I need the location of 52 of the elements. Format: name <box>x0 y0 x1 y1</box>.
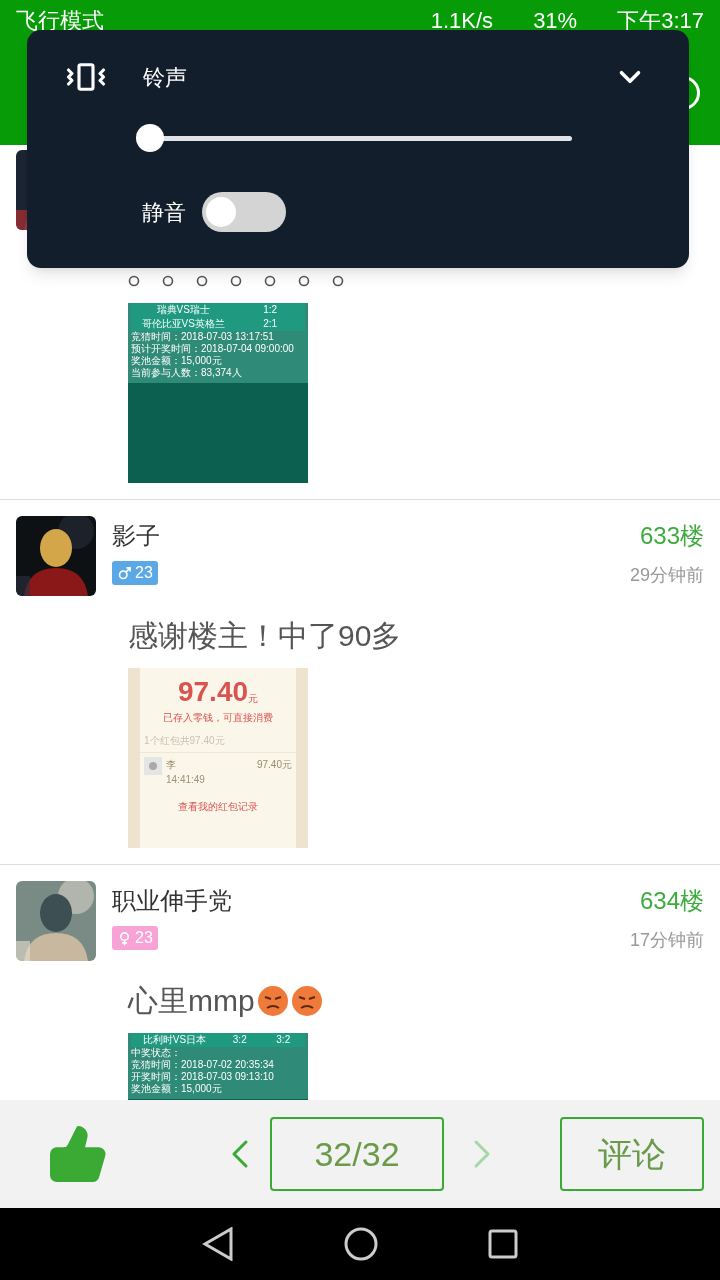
post-text: 感谢楼主！中了90多 <box>128 618 402 654</box>
sender-amount: 97.40元 <box>256 758 292 772</box>
table-cell-text: 3:2 <box>275 1033 292 1047</box>
female-icon <box>117 930 132 946</box>
ringtone-label: 铃声 <box>143 63 187 92</box>
clock: 下午3:17 <box>617 6 704 35</box>
gender-age-badge: 23 <box>112 561 158 585</box>
mute-switch[interactable] <box>202 192 286 232</box>
table-cell-text: 1:2 <box>262 303 279 317</box>
unit-text: 元 <box>248 693 259 706</box>
info-line: 奖池金额：15,000元 <box>131 1083 223 1095</box>
gender-age-badge: 23 <box>112 926 158 950</box>
info-line: 奖池金额：15,000元 <box>131 355 223 367</box>
info-line: 中奖状态： <box>131 1047 182 1059</box>
slider-thumb[interactable] <box>136 124 164 152</box>
post-text: 心里mmp <box>128 983 255 1019</box>
male-icon <box>117 565 132 581</box>
speed-text: 1.1K/s <box>430 6 494 35</box>
table-cell-text: 比利时VS日本 <box>141 1033 208 1047</box>
battery-percent: 31% <box>533 6 578 35</box>
info-line: 开奖时间：2018-07-03 09:13:10 <box>131 1071 275 1083</box>
user-name: 职业伸手党 <box>112 886 233 916</box>
info-line: 竞猜时间：2018-07-03 13:17:51 <box>131 331 275 343</box>
table-cell-text: 哥伦比亚VS英格兰 <box>140 317 226 331</box>
status-text: 飞行模式 <box>16 6 104 35</box>
comment-button[interactable]: 评论 <box>560 1117 704 1191</box>
back-icon[interactable] <box>202 1227 234 1261</box>
screenshot-thumbnail[interactable]: 比利时VS日本 3:2 3:2 中奖状态： 竞猜时间：2018-07-02 20:35:34 开奖时间：2018-07-03 09:13:10 奖池金额：15,000元 <box>128 1033 308 1100</box>
sent-time: 14:41:49 <box>166 773 205 787</box>
table-cell-text: 瑞典VS瑞士 <box>155 303 211 317</box>
user-name: 影子 <box>112 521 161 551</box>
angry-face-icon <box>290 985 323 1017</box>
user-icon <box>144 757 162 775</box>
home-icon[interactable] <box>344 1227 378 1261</box>
recents-icon[interactable] <box>488 1229 518 1259</box>
table-cell-text: 2:1 <box>262 317 279 331</box>
angry-face-icon <box>256 985 289 1017</box>
mute-label: 静音 <box>142 198 186 227</box>
screenshot-thumbnail[interactable]: 瑞典VS瑞士 1:2 哥伦比亚VS英格兰 2:1 竞猜时间：2018-07-03 13:17:51 预计开奖时间：2018-07-04 09:00:00 奖池金额：15,000元 当前参与人数：83,374人 <box>128 303 308 483</box>
post-time: 29分钟前 <box>629 564 704 587</box>
info-line: 预计开奖时间：2018-07-04 09:00:00 <box>131 343 295 355</box>
page-indicator: 32/32 <box>270 1117 444 1191</box>
info-line: 竞猜时间：2018-07-02 20:35:34 <box>131 1059 275 1071</box>
note-text: 已存入零钱，可直接消费 <box>163 711 273 725</box>
record-link: 查看我的红包记录 <box>178 800 258 814</box>
sender-name: 李 <box>166 758 177 772</box>
floor-number: 634楼 <box>639 886 704 916</box>
post-time: 17分钟前 <box>629 929 704 952</box>
amount-text: 97.40 <box>177 676 249 708</box>
info-line: 当前参与人数：83,374人 <box>131 367 243 379</box>
table-cell-text: 3:2 <box>231 1033 248 1047</box>
floor-number: 633楼 <box>639 521 704 551</box>
